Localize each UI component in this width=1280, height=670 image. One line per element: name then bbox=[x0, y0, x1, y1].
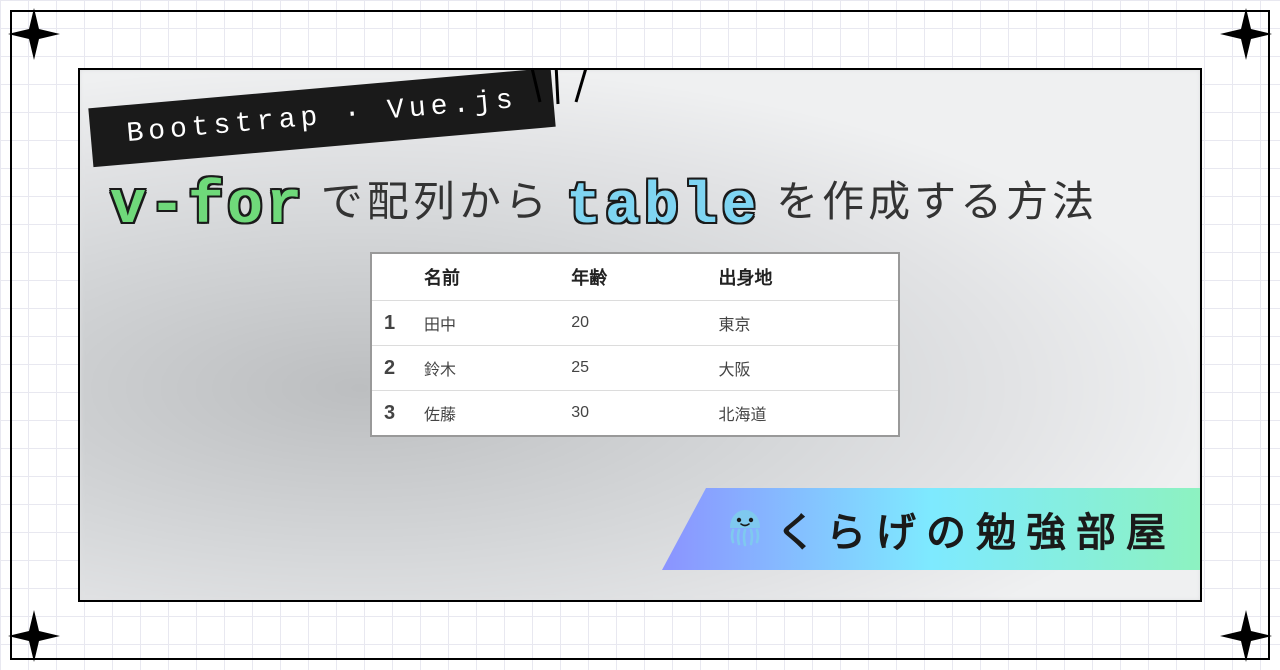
row-name: 鈴木 bbox=[412, 346, 559, 391]
corner-star-icon bbox=[6, 6, 62, 62]
row-origin: 北海道 bbox=[707, 391, 898, 436]
table-row: 1 田中 20 東京 bbox=[372, 301, 898, 346]
row-origin: 大阪 bbox=[707, 346, 898, 391]
hero-card: Bootstrap · Vue.js v-for で配列から table を作成… bbox=[78, 68, 1202, 602]
title-text-2: を作成する方法 bbox=[760, 178, 1098, 225]
row-index: 3 bbox=[372, 391, 412, 436]
corner-star-icon bbox=[1218, 6, 1274, 62]
row-age: 30 bbox=[559, 391, 706, 436]
table-header-index bbox=[372, 254, 412, 301]
row-index: 1 bbox=[372, 301, 412, 346]
site-ribbon: くらげの勉強部屋 bbox=[662, 488, 1202, 570]
table-row: 2 鈴木 25 大阪 bbox=[372, 346, 898, 391]
row-age: 25 bbox=[559, 346, 706, 391]
row-name: 田中 bbox=[412, 301, 559, 346]
row-origin: 東京 bbox=[707, 301, 898, 346]
page-title: v-for で配列から table を作成する方法 bbox=[110, 168, 1180, 241]
table-row: 3 佐藤 30 北海道 bbox=[372, 391, 898, 436]
corner-star-icon bbox=[1218, 608, 1274, 664]
sample-table: 名前 年齢 出身地 1 田中 20 東京 2 鈴木 25 大阪 3 佐藤 30 … bbox=[370, 252, 900, 437]
row-index: 2 bbox=[372, 346, 412, 391]
keyword-table: table bbox=[566, 175, 760, 240]
keyword-vfor: v-for bbox=[110, 173, 305, 241]
title-text-1: で配列から bbox=[305, 178, 566, 225]
table-header-row: 名前 年齢 出身地 bbox=[372, 254, 898, 301]
jellyfish-icon bbox=[722, 506, 768, 552]
row-age: 20 bbox=[559, 301, 706, 346]
sparkle-accent-icon bbox=[530, 68, 590, 108]
corner-star-icon bbox=[6, 608, 62, 664]
table-header-age: 年齢 bbox=[559, 254, 706, 301]
table-header-name: 名前 bbox=[412, 254, 559, 301]
row-name: 佐藤 bbox=[412, 391, 559, 436]
site-name: くらげの勉強部屋 bbox=[776, 500, 1176, 558]
table-header-origin: 出身地 bbox=[707, 254, 898, 301]
